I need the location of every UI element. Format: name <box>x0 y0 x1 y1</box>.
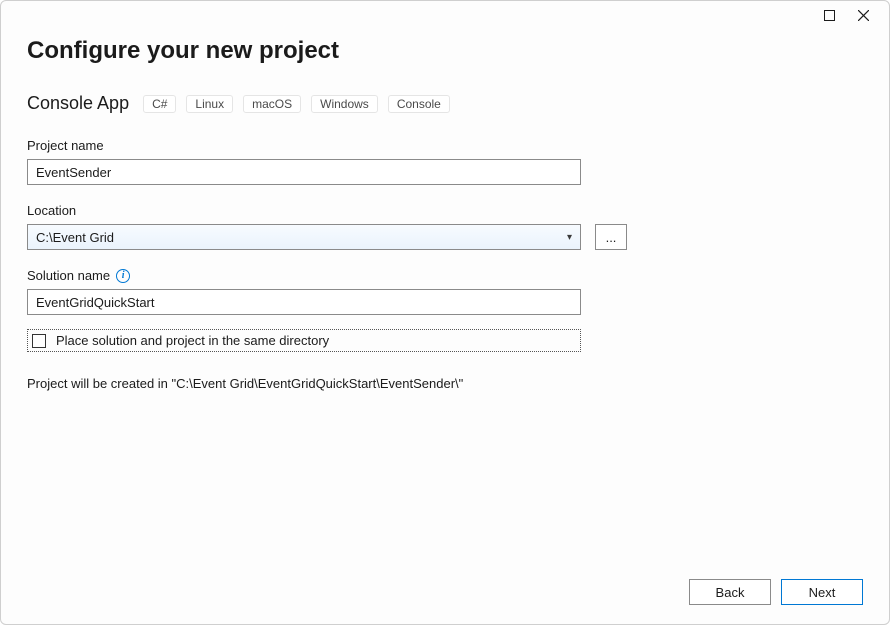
template-row: Console App C# Linux macOS Windows Conso… <box>27 93 863 114</box>
chevron-down-icon: ▾ <box>567 232 572 243</box>
titlebar <box>1 1 889 29</box>
dialog-configure-new-project: Configure your new project Console App C… <box>0 0 890 625</box>
solution-name-input[interactable] <box>27 289 581 315</box>
same-directory-checkbox-row[interactable]: Place solution and project in the same d… <box>27 329 581 352</box>
location-label: Location <box>27 203 863 218</box>
tag: C# <box>143 95 176 113</box>
page-title: Configure your new project <box>27 37 863 65</box>
solution-name-label: Solution name <box>27 268 110 283</box>
template-name: Console App <box>27 93 129 114</box>
same-directory-checkbox[interactable] <box>32 334 46 348</box>
field-project-name: Project name <box>27 138 863 185</box>
field-location: Location C:\Event Grid ▾ ... <box>27 203 863 250</box>
next-button[interactable]: Next <box>781 579 863 605</box>
same-directory-label: Place solution and project in the same d… <box>56 333 329 348</box>
dialog-footer: Back Next <box>1 560 889 624</box>
browse-button[interactable]: ... <box>595 224 627 250</box>
tag: macOS <box>243 95 301 113</box>
tag: Linux <box>186 95 233 113</box>
path-note: Project will be created in "C:\Event Gri… <box>27 376 863 391</box>
template-tags: C# Linux macOS Windows Console <box>143 95 450 113</box>
project-name-input[interactable] <box>27 159 581 185</box>
location-value: C:\Event Grid <box>36 230 114 245</box>
dialog-content: Configure your new project Console App C… <box>1 29 889 560</box>
field-solution-name: Solution name i <box>27 268 863 315</box>
back-button[interactable]: Back <box>689 579 771 605</box>
project-name-label: Project name <box>27 138 863 153</box>
close-button[interactable] <box>855 7 871 23</box>
tag: Console <box>388 95 450 113</box>
browse-label: ... <box>606 230 617 245</box>
location-combobox[interactable]: C:\Event Grid ▾ <box>27 224 581 250</box>
tag: Windows <box>311 95 378 113</box>
maximize-button[interactable] <box>821 7 837 23</box>
info-icon[interactable]: i <box>116 269 130 283</box>
